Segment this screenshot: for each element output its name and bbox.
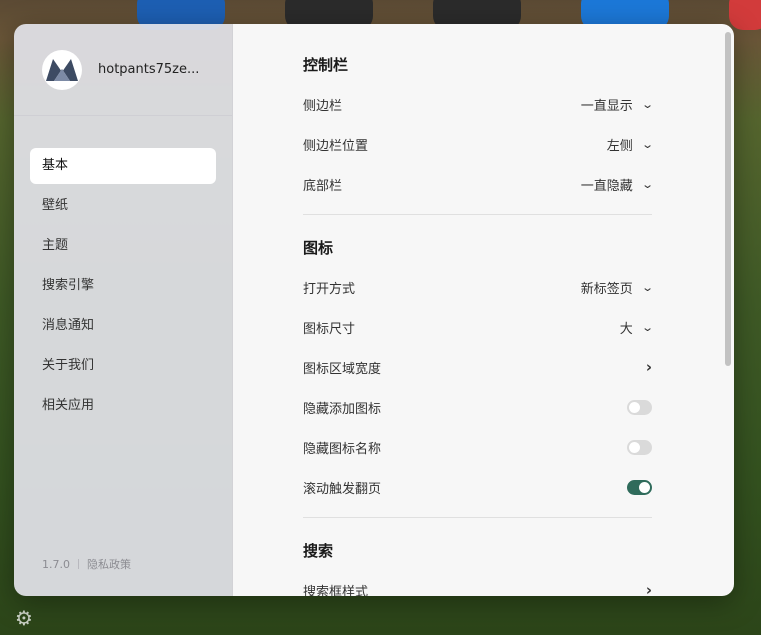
setting-row-sidebar[interactable]: 侧边栏 一直显示 ⌄ bbox=[303, 84, 654, 124]
chevron-down-icon: ⌄ bbox=[640, 137, 654, 151]
setting-row-sidebar-position[interactable]: 侧边栏位置 左侧 ⌄ bbox=[303, 124, 654, 164]
setting-label: 侧边栏 bbox=[303, 98, 343, 114]
sidebar-item-about[interactable]: 关于我们 bbox=[30, 348, 216, 384]
bottom-bar-dropdown[interactable]: 一直隐藏 ⌄ bbox=[580, 175, 654, 194]
section-divider bbox=[303, 517, 652, 518]
hide-add-icon-toggle[interactable] bbox=[627, 399, 652, 415]
setting-label: 底部栏 bbox=[303, 178, 343, 194]
setting-row-hide-icon-name[interactable]: 隐藏图标名称 bbox=[303, 427, 652, 467]
setting-label: 图标区域宽度 bbox=[303, 361, 382, 377]
username: hotpants75ze... bbox=[98, 62, 200, 77]
toggle-knob bbox=[629, 441, 640, 453]
dropdown-value: 一直隐藏 bbox=[580, 178, 633, 194]
section-divider bbox=[303, 214, 652, 215]
logo-icon bbox=[46, 58, 78, 81]
settings-content: 控制栏 侧边栏 一直显示 ⌄ 侧边栏位置 左侧 ⌄ 底部栏 一直隐藏 ⌄ 图标 … bbox=[233, 24, 734, 596]
open-mode-dropdown[interactable]: 新标签页 ⌄ bbox=[580, 278, 654, 297]
setting-row-icon-size[interactable]: 图标尺寸 大 ⌄ bbox=[303, 307, 654, 347]
setting-label: 滚动触发翻页 bbox=[303, 481, 382, 497]
dropdown-value: 一直显示 bbox=[580, 98, 633, 114]
setting-row-scroll-page[interactable]: 滚动触发翻页 bbox=[303, 467, 652, 507]
setting-row-open-mode[interactable]: 打开方式 新标签页 ⌄ bbox=[303, 267, 654, 307]
chevron-right-icon[interactable]: › bbox=[646, 358, 652, 376]
icon-size-dropdown[interactable]: 大 ⌄ bbox=[619, 318, 654, 337]
hide-icon-name-toggle[interactable] bbox=[627, 439, 652, 455]
setting-label: 隐藏图标名称 bbox=[303, 441, 382, 457]
setting-row-hide-add-icon[interactable]: 隐藏添加图标 bbox=[303, 387, 652, 427]
sidebar-item-search-engine[interactable]: 搜索引擎 bbox=[30, 268, 216, 304]
chevron-down-icon: ⌄ bbox=[640, 320, 654, 334]
dropdown-value: 左侧 bbox=[606, 138, 633, 154]
dropdown-value: 新标签页 bbox=[580, 281, 633, 297]
setting-row-icon-area-width[interactable]: 图标区域宽度 › bbox=[303, 347, 652, 387]
setting-label: 搜索框样式 bbox=[303, 584, 369, 597]
settings-gear-icon[interactable]: ⚙ bbox=[13, 607, 35, 629]
avatar bbox=[42, 49, 82, 90]
privacy-policy-link[interactable]: 隐私政策 bbox=[87, 556, 131, 572]
content-scrollbar[interactable] bbox=[725, 32, 731, 366]
settings-sidebar: hotpants75ze... 基本 壁纸 主题 搜索引擎 消息通知 关于我们 … bbox=[14, 24, 233, 596]
sidebar-item-wallpaper[interactable]: 壁纸 bbox=[30, 188, 216, 224]
settings-nav: 基本 壁纸 主题 搜索引擎 消息通知 关于我们 相关应用 bbox=[14, 116, 232, 424]
divider bbox=[78, 559, 79, 569]
chevron-down-icon: ⌄ bbox=[640, 280, 654, 294]
sidebar-item-theme[interactable]: 主题 bbox=[30, 228, 216, 264]
user-profile[interactable]: hotpants75ze... bbox=[14, 24, 232, 116]
chevron-down-icon: ⌄ bbox=[640, 177, 654, 191]
chevron-down-icon: ⌄ bbox=[640, 97, 654, 111]
dropdown-value: 大 bbox=[619, 321, 633, 337]
version-label: 1.7.0 bbox=[42, 557, 70, 571]
section-title-icons: 图标 bbox=[303, 239, 334, 257]
setting-row-bottom-bar[interactable]: 底部栏 一直隐藏 ⌄ bbox=[303, 164, 654, 204]
section-title-control-bar: 控制栏 bbox=[303, 56, 349, 74]
toggle-knob bbox=[639, 481, 650, 493]
setting-label: 侧边栏位置 bbox=[303, 138, 369, 154]
sidebar-item-notifications[interactable]: 消息通知 bbox=[30, 308, 216, 344]
settings-dialog: hotpants75ze... 基本 壁纸 主题 搜索引擎 消息通知 关于我们 … bbox=[14, 24, 734, 596]
section-title-search: 搜索 bbox=[303, 542, 334, 560]
sidebar-item-basic[interactable]: 基本 bbox=[30, 148, 216, 184]
setting-label: 隐藏添加图标 bbox=[303, 401, 382, 417]
setting-label: 打开方式 bbox=[303, 281, 356, 297]
sidebar-item-related-apps[interactable]: 相关应用 bbox=[30, 388, 216, 424]
setting-row-search-box-style[interactable]: 搜索框样式 › bbox=[303, 570, 652, 596]
sidebar-dropdown[interactable]: 一直显示 ⌄ bbox=[580, 95, 654, 114]
sidebar-position-dropdown[interactable]: 左侧 ⌄ bbox=[606, 135, 654, 154]
sidebar-footer: 1.7.0 隐私政策 bbox=[42, 556, 131, 572]
chevron-right-icon[interactable]: › bbox=[646, 581, 652, 596]
scroll-page-toggle[interactable] bbox=[627, 479, 652, 495]
setting-label: 图标尺寸 bbox=[303, 321, 356, 337]
toggle-knob bbox=[629, 401, 640, 413]
